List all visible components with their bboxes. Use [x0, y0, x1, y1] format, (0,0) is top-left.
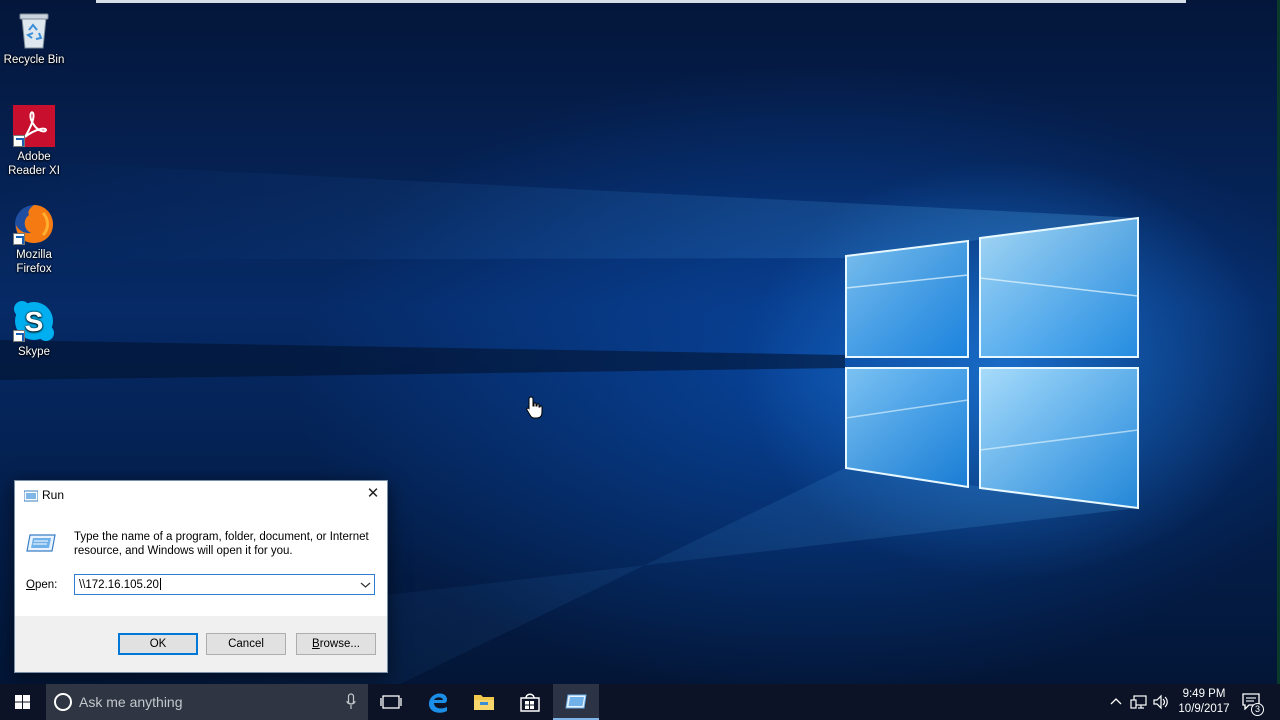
- close-button[interactable]: ✕: [359, 481, 387, 507]
- adobe-reader-icon: [13, 105, 55, 147]
- store-taskbar-button[interactable]: [507, 684, 553, 720]
- open-combobox[interactable]: \\172.16.105.20: [74, 574, 375, 595]
- run-taskbar-button[interactable]: [553, 684, 599, 720]
- hand-cursor-icon: [525, 396, 545, 425]
- show-hidden-icons-chevron-up-icon[interactable]: [1109, 694, 1123, 715]
- shortcut-arrow-icon: [13, 233, 25, 245]
- edge-taskbar-button[interactable]: [415, 684, 461, 720]
- desktop-icon-label: Adobe Reader XI: [8, 151, 60, 177]
- notification-count-badge: 3: [1251, 703, 1264, 716]
- taskbar: Ask me anything 9:49 PM 10/9/2017 3: [0, 684, 1280, 720]
- open-label-mnemonic: O: [26, 579, 35, 591]
- window-edge: [96, 0, 1186, 3]
- file-explorer-icon: [474, 695, 494, 710]
- volume-icon[interactable]: [1152, 694, 1170, 715]
- desktop-icon-recycle-bin[interactable]: Recycle Bin: [0, 8, 68, 67]
- cancel-button[interactable]: Cancel: [206, 633, 286, 655]
- svg-text:S: S: [25, 306, 44, 337]
- desktop-icon-label: Skype: [18, 346, 50, 358]
- skype-icon: S: [13, 300, 55, 342]
- run-dialog-titlebar[interactable]: Run ✕: [15, 481, 387, 509]
- store-icon: [520, 693, 540, 712]
- desktop-icon-skype[interactable]: S Skype: [0, 300, 68, 359]
- recycle-bin-icon: [13, 8, 55, 50]
- firefox-icon: [13, 203, 55, 245]
- search-placeholder: Ask me anything: [79, 694, 183, 710]
- run-dialog-description: Type the name of a program, folder, docu…: [74, 531, 369, 557]
- run-icon: [565, 694, 587, 709]
- run-dialog-footer: OK Cancel Browse...: [15, 616, 387, 672]
- browse-mnemonic: B: [312, 638, 320, 650]
- desktop-icon-label: Mozilla Firefox: [16, 249, 52, 275]
- shortcut-arrow-icon: [13, 330, 25, 342]
- chevron-down-icon[interactable]: [357, 575, 374, 594]
- run-icon: [23, 489, 39, 507]
- desktop-icon-label: Recycle Bin: [3, 54, 65, 66]
- cortana-search-box[interactable]: Ask me anything: [46, 684, 368, 720]
- run-dialog[interactable]: Run ✕ Type the name of a program, folder…: [14, 480, 388, 673]
- network-icon[interactable]: [1130, 694, 1148, 715]
- browse-button[interactable]: Browse...: [296, 633, 376, 655]
- edge-icon: [429, 693, 448, 713]
- run-dialog-body: Type the name of a program, folder, docu…: [15, 509, 387, 616]
- microphone-icon[interactable]: [346, 693, 356, 716]
- open-input[interactable]: \\172.16.105.20: [79, 578, 161, 591]
- desktop[interactable]: Recycle Bin Adobe Reader XI Mozilla Fire…: [0, 0, 1280, 684]
- file-explorer-taskbar-button[interactable]: [461, 684, 507, 720]
- open-label: Open:: [26, 579, 57, 591]
- task-view-icon: [380, 695, 402, 709]
- open-label-text: pen:: [34, 579, 58, 591]
- run-dialog-title: Run: [42, 488, 65, 502]
- start-button[interactable]: [0, 684, 45, 720]
- run-app-icon: [26, 533, 56, 558]
- ok-button[interactable]: OK: [118, 633, 198, 655]
- cortana-icon: [54, 693, 72, 711]
- desktop-icon-adobe-reader[interactable]: Adobe Reader XI: [0, 105, 68, 178]
- taskbar-clock[interactable]: 9:49 PM 10/9/2017: [1172, 687, 1236, 717]
- text-caret: [159, 578, 161, 590]
- desktop-icon-firefox[interactable]: Mozilla Firefox: [0, 203, 68, 276]
- task-view-button[interactable]: [368, 684, 414, 720]
- windows-logo-icon: [15, 695, 30, 709]
- clock-date: 10/9/2017: [1178, 703, 1230, 715]
- browse-label: rowse...: [319, 638, 360, 650]
- clock-time: 9:49 PM: [1182, 688, 1226, 700]
- close-icon: ✕: [366, 485, 380, 502]
- shortcut-arrow-icon: [13, 135, 25, 147]
- open-input-value: \\172.16.105.20: [79, 579, 159, 591]
